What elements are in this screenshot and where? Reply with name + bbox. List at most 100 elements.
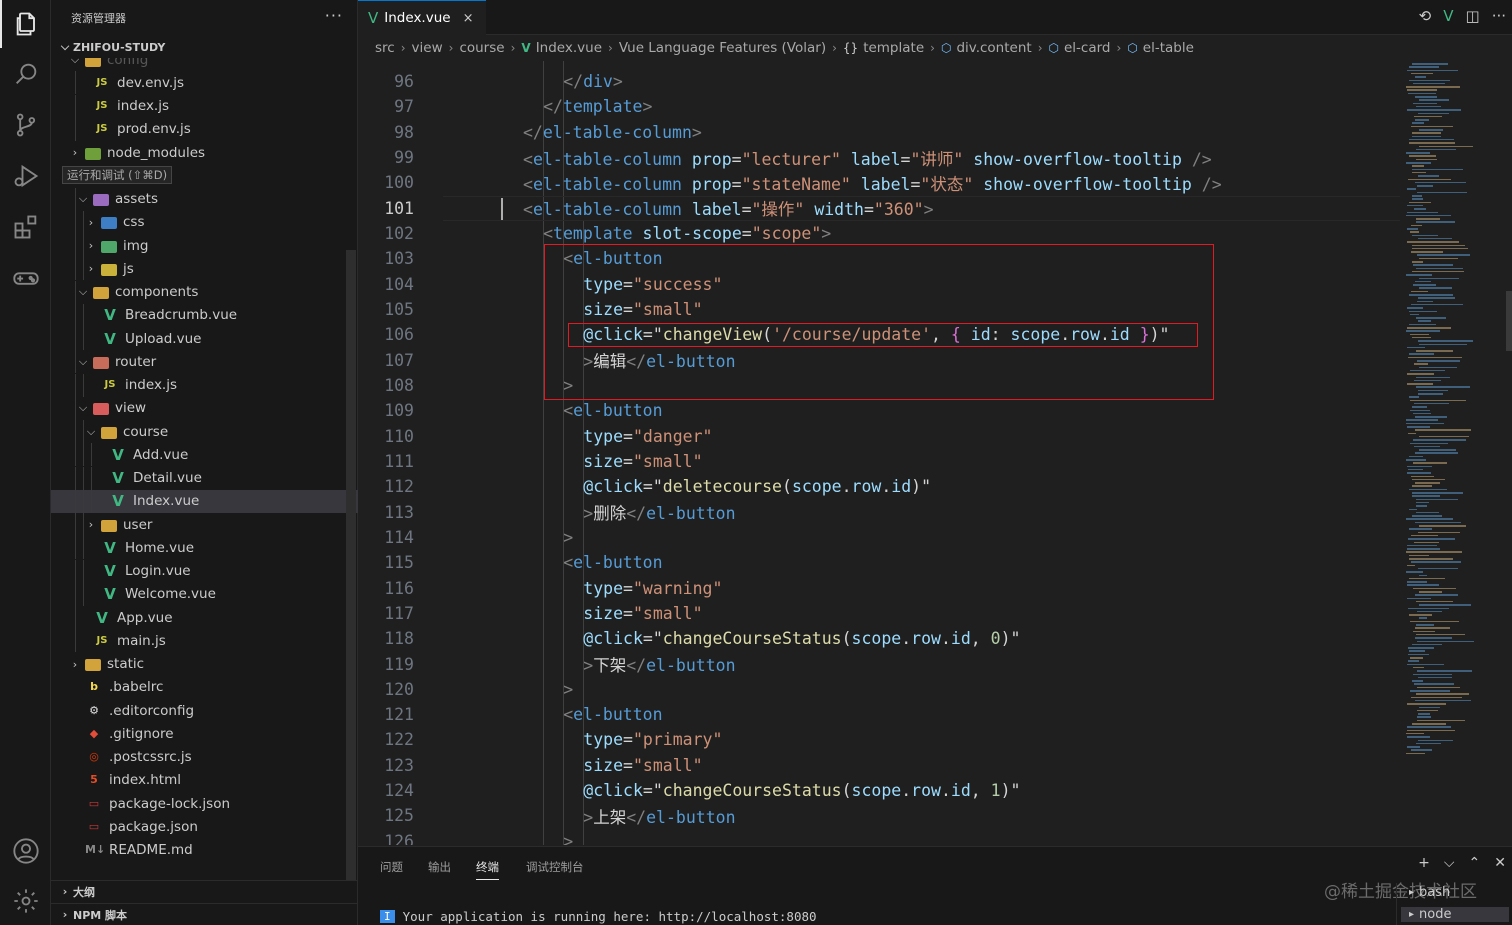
explorer-icon[interactable] <box>0 0 51 48</box>
tree-item[interactable]: JS dev.env.js <box>51 71 358 95</box>
tree-item[interactable]: ▭ package.json <box>51 815 358 838</box>
breadcrumb-item[interactable]: V Index.vue <box>521 40 602 56</box>
code-line[interactable]: 109 <el-button <box>358 398 1400 423</box>
code-line[interactable]: 123 size="small" <box>358 753 1400 778</box>
tree-item[interactable]: JS prod.env.js <box>51 117 358 141</box>
sidebar-scrollbar[interactable] <box>346 250 356 880</box>
code-line[interactable]: 113 >删除</el-button <box>358 499 1400 524</box>
tree-item[interactable]: V Breadcrumb.vue <box>51 303 358 327</box>
code-line[interactable]: 110 type="danger" <box>358 423 1400 448</box>
tree-item[interactable]: › css <box>51 210 358 234</box>
outline-section[interactable]: › 大纲 <box>51 880 358 902</box>
breadcrumb-item[interactable]: course <box>459 40 504 56</box>
code-line[interactable]: 126 > <box>358 829 1400 845</box>
editor-scrollbar[interactable] <box>1506 291 1512 351</box>
code-line[interactable]: 118 @click="changeCourseStatus(scope.row.… <box>358 626 1400 651</box>
search-icon[interactable] <box>0 50 51 98</box>
code-line[interactable]: 124 @click="changeCourseStatus(scope.row.… <box>358 778 1400 803</box>
code-line[interactable]: 101 <el-table-column label="操作" width="36… <box>358 196 1400 221</box>
tree-item[interactable]: M↓ README.md <box>51 839 358 862</box>
timeline-icon[interactable]: ⟲ <box>1419 7 1432 25</box>
tree-item[interactable]: ⚙ .editorconfig <box>51 699 358 722</box>
tree-item[interactable]: ◆ .gitignore <box>51 722 358 745</box>
tree-item[interactable]: ⌵ components <box>51 280 358 304</box>
tab-output[interactable]: 输出 <box>428 859 451 875</box>
tree-item[interactable]: V Add.vue <box>51 443 358 467</box>
tab-terminal[interactable]: 终端 <box>476 859 499 880</box>
tree-item[interactable]: JS index.js <box>51 94 358 118</box>
breadcrumb-item[interactable]: ⬡ div.content <box>941 40 1032 56</box>
code-line[interactable]: 112 @click="deletecourse(scope.row.id)" <box>358 474 1400 499</box>
maximize-panel-icon[interactable]: ⌃ <box>1469 855 1481 871</box>
breadcrumb-item[interactable]: src <box>375 40 395 56</box>
tree-item[interactable]: ⌵ config <box>51 58 358 71</box>
split-editor-icon[interactable]: ◫ <box>1466 7 1480 25</box>
terminal-node[interactable]: ▸ node <box>1401 907 1509 922</box>
code-line[interactable]: 121 <el-button <box>358 702 1400 727</box>
project-header[interactable]: ⌵ ZHIFOU-STUDY <box>51 36 358 58</box>
tree-item[interactable]: JS index.js <box>51 373 358 397</box>
tree-item[interactable]: V Detail.vue <box>51 466 358 490</box>
code-line[interactable]: 115 <el-button <box>358 550 1400 575</box>
tree-item[interactable]: ◎ .postcssrc.js <box>51 746 358 769</box>
code-line[interactable]: 114 > <box>358 525 1400 550</box>
close-icon[interactable]: × <box>463 11 474 26</box>
code-line[interactable]: 98 </el-table-column> <box>358 120 1400 145</box>
code-line[interactable]: 102 <template slot-scope="scope"> <box>358 221 1400 246</box>
tab-debug-console[interactable]: 调试控制台 <box>526 859 584 875</box>
code-editor[interactable]: 96 </div> 97 </template> 98 </el-table-column… <box>358 61 1400 845</box>
tree-item[interactable]: V App.vue <box>51 606 358 629</box>
new-terminal-icon[interactable]: + <box>1418 855 1430 871</box>
more-actions-icon[interactable]: ··· <box>1492 7 1506 25</box>
tree-item[interactable]: › node_modules <box>51 141 358 164</box>
tree-item[interactable]: JS main.js <box>51 629 358 653</box>
tab-problems[interactable]: 问题 <box>380 859 403 875</box>
minimap[interactable] <box>1400 61 1512 845</box>
source-control-icon[interactable] <box>0 101 51 149</box>
tree-item[interactable]: V Index.vue <box>51 489 358 513</box>
code-line[interactable]: 97 </template> <box>358 94 1400 119</box>
tree-item[interactable]: › static <box>51 653 358 676</box>
tree-item[interactable]: V Login.vue <box>51 559 358 583</box>
breadcrumb-item[interactable]: Vue Language Features (Volar) <box>619 40 826 56</box>
settings-gear-icon[interactable] <box>0 877 51 925</box>
tree-item[interactable]: ⌵ assets <box>51 187 358 211</box>
tree-item[interactable]: V Home.vue <box>51 536 358 560</box>
code-line[interactable]: 119 >下架</el-button <box>358 651 1400 676</box>
tree-item[interactable]: › user <box>51 513 358 536</box>
tree-item[interactable]: V Welcome.vue <box>51 582 358 606</box>
vue-preview-icon[interactable]: V <box>1443 7 1453 25</box>
breadcrumb-item[interactable]: view <box>412 40 443 56</box>
npm-scripts-section[interactable]: › NPM 脚本 <box>51 903 358 925</box>
account-icon[interactable] <box>0 827 51 875</box>
tree-item[interactable]: b .babelrc <box>51 676 358 699</box>
tree-item[interactable]: › img <box>51 234 358 257</box>
chevron-down-icon[interactable]: ⌵ <box>1444 855 1455 871</box>
tree-item[interactable]: ▭ package-lock.json <box>51 792 358 815</box>
close-icon[interactable]: ✕ <box>1494 855 1506 871</box>
code-line[interactable]: 96 </div> <box>358 69 1400 94</box>
tree-item[interactable]: 5 index.html <box>51 769 358 792</box>
tab-index-vue[interactable]: V Index.vue × <box>358 0 486 35</box>
code-line[interactable]: 100 <el-table-column prop="stateName" lab… <box>358 170 1400 195</box>
tree-item[interactable]: › js <box>51 257 358 281</box>
more-actions-icon[interactable]: ··· <box>325 6 343 25</box>
terminal-bash[interactable]: ▸ bash <box>1409 885 1450 900</box>
code-line[interactable]: 122 type="primary" <box>358 727 1400 752</box>
tree-item[interactable]: ⌵ router <box>51 350 358 374</box>
breadcrumb-item[interactable]: ⬡ el-card <box>1049 40 1111 56</box>
breadcrumb-item[interactable]: ⬡ el-table <box>1127 40 1194 56</box>
code-line[interactable]: 120 > <box>358 677 1400 702</box>
tree-item[interactable]: ⌵ view <box>51 396 358 420</box>
extensions-icon[interactable] <box>0 203 51 251</box>
code-line[interactable]: 117 size="small" <box>358 601 1400 626</box>
code-line[interactable]: 125 >上架</el-button <box>358 803 1400 828</box>
run-and-debug-icon[interactable] <box>0 152 51 200</box>
gamepad-icon[interactable] <box>0 254 51 302</box>
code-line[interactable]: 116 type="warning" <box>358 575 1400 600</box>
code-line[interactable]: 111 size="small" <box>358 449 1400 474</box>
tree-item[interactable]: ⌵ course <box>51 420 358 443</box>
code-line[interactable]: 99 <el-table-column prop="lecturer" label… <box>358 145 1400 170</box>
tree-item[interactable]: V Upload.vue <box>51 327 358 350</box>
breadcrumb-item[interactable]: {} template <box>843 40 924 56</box>
